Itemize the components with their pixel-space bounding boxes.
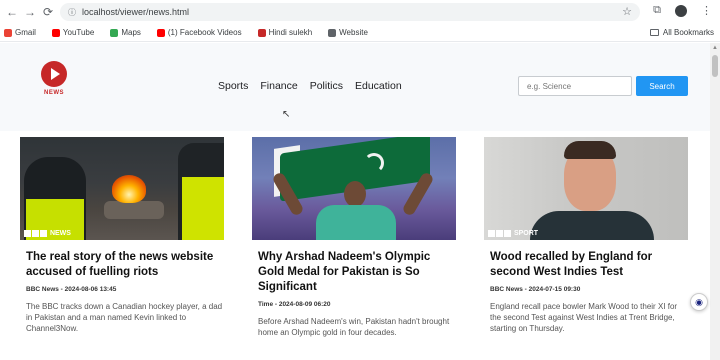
maps-icon: [110, 28, 119, 37]
card-meta: BBC News - 2024-07-15 09:30: [490, 286, 581, 293]
card-meta: Time - 2024-08-09 06:20: [258, 301, 331, 308]
card-title[interactable]: Wood recalled by England for second West…: [484, 250, 688, 280]
globe-icon: [328, 28, 337, 37]
scroll-thumb[interactable]: [712, 55, 718, 77]
page-scrollbar[interactable]: ▲: [710, 43, 720, 360]
card-description: The BBC tracks down a Canadian hockey pl…: [26, 302, 223, 333]
cricketer-image[interactable]: SPORT: [484, 137, 688, 240]
bookmark-youtube[interactable]: YouTube: [51, 28, 94, 37]
folder-icon: [649, 29, 659, 36]
gmail-icon: [4, 28, 12, 37]
news-page: NEWS Sports Finance Politics Education S…: [0, 43, 710, 360]
search-button[interactable]: Search: [636, 76, 688, 96]
news-card[interactable]: SPORT Wood recalled by England for secon…: [484, 137, 688, 334]
riot-image[interactable]: NEWS: [20, 137, 224, 240]
bookmark-star-icon[interactable]: ☆: [622, 5, 632, 18]
card-meta: BBC News - 2024-08-06 13:45: [26, 286, 117, 293]
browser-toolbar: ← → ⟳ ⓘ localhost/viewer/news.html ☆ ⧉ ⋮: [0, 0, 720, 24]
bookmarks-bar: Gmail YouTube Maps (1) Facebook Videos H…: [0, 24, 720, 42]
card-description: England recall pace bowler Mark Wood to …: [490, 302, 678, 333]
search-input[interactable]: [518, 76, 632, 96]
extensions-icon[interactable]: ⧉: [653, 4, 661, 17]
bookmark-hindi-sulekh[interactable]: Hindi sulekh: [257, 28, 312, 37]
logo-text: NEWS: [44, 90, 64, 96]
sulekh-icon: [257, 28, 266, 37]
menu-icon[interactable]: ⋮: [701, 4, 712, 17]
nav-education[interactable]: Education: [355, 80, 402, 92]
site-header: NEWS Sports Finance Politics Education S…: [0, 43, 710, 131]
reload-icon[interactable]: ⟳: [38, 2, 58, 22]
news-card[interactable]: Why Arshad Nadeem's Olympic Gold Medal f…: [252, 137, 456, 338]
category-nav: Sports Finance Politics Education: [218, 80, 402, 92]
site-logo[interactable]: NEWS: [36, 61, 72, 105]
athlete-image[interactable]: [252, 137, 456, 240]
mouse-cursor-icon: ↖: [282, 109, 291, 120]
bookmark-gmail[interactable]: Gmail: [4, 28, 36, 37]
youtube-icon: [51, 28, 60, 37]
all-bookmarks-button[interactable]: All Bookmarks: [649, 28, 714, 37]
site-info-icon[interactable]: ⓘ: [68, 7, 76, 18]
bookmark-facebook-videos[interactable]: (1) Facebook Videos: [156, 28, 242, 37]
play-logo-icon: [41, 61, 67, 87]
news-card[interactable]: NEWS The real story of the news website …: [20, 137, 224, 334]
youtube-icon: [156, 28, 165, 37]
assistant-icon[interactable]: ◉: [690, 293, 708, 311]
address-bar[interactable]: ⓘ localhost/viewer/news.html ☆: [60, 3, 640, 21]
bookmark-website[interactable]: Website: [328, 28, 368, 37]
card-description: Before Arshad Nadeem's win, Pakistan had…: [258, 317, 450, 337]
nav-finance[interactable]: Finance: [260, 80, 297, 92]
scroll-up-icon[interactable]: ▲: [712, 45, 718, 51]
card-title[interactable]: Why Arshad Nadeem's Olympic Gold Medal f…: [252, 250, 456, 295]
profile-avatar[interactable]: [675, 4, 687, 17]
bbc-sport-badge: SPORT: [488, 230, 538, 237]
url-text: localhost/viewer/news.html: [82, 7, 190, 17]
bookmark-maps[interactable]: Maps: [110, 28, 141, 37]
bbc-news-badge: NEWS: [24, 230, 71, 237]
back-icon[interactable]: ←: [2, 2, 22, 22]
nav-politics[interactable]: Politics: [310, 80, 343, 92]
card-title[interactable]: The real story of the news website accus…: [20, 250, 224, 280]
nav-sports[interactable]: Sports: [218, 80, 248, 92]
forward-icon[interactable]: →: [20, 2, 40, 22]
